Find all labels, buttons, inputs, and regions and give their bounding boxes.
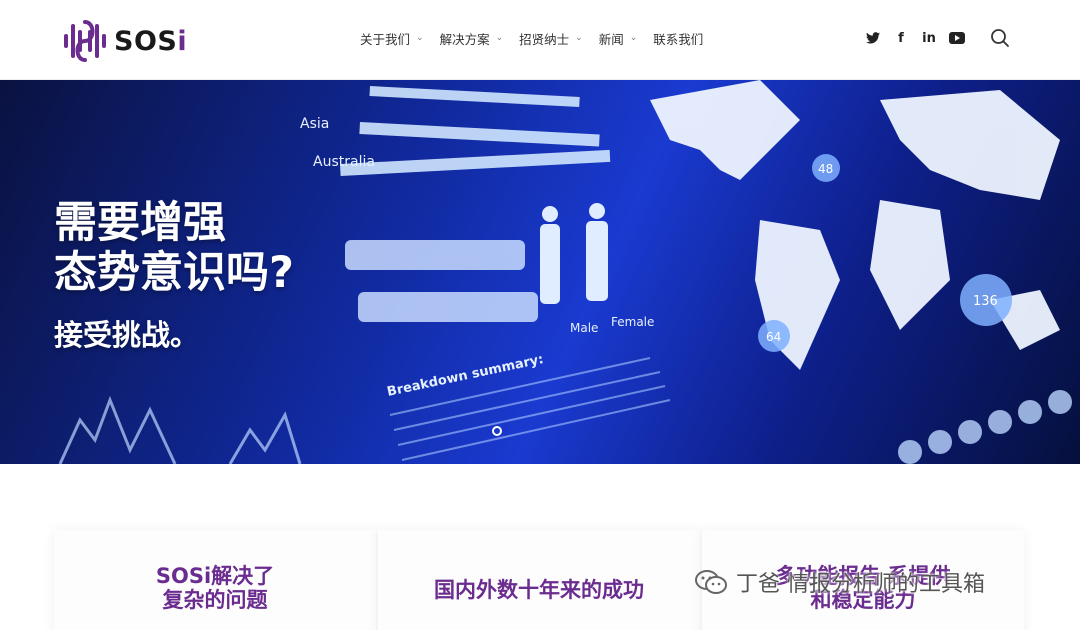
feature-card[interactable]: SOSi解决了 复杂的问题: [54, 530, 376, 630]
hero-subtitle: 接受挑战。: [54, 318, 200, 352]
nav-item-careers[interactable]: 招贤纳士 ⌄: [519, 28, 583, 48]
linkedin-icon[interactable]: in: [920, 28, 938, 48]
bg-label-breakdown: Breakdown summary:: [386, 352, 545, 400]
watermark-text: 丁爸 情报分析师的工具箱: [736, 572, 985, 597]
facebook-icon[interactable]: f: [892, 28, 910, 48]
bg-label-num1: 48: [818, 162, 833, 176]
features-section: SOSi解决了 复杂的问题 国内外数十年来的成功 多功能报告 系提供 和稳定能力: [0, 464, 1080, 630]
sosi-waveform-icon: [64, 20, 106, 62]
logo-text: SOSi: [114, 25, 188, 57]
feature-card[interactable]: 国内外数十年来的成功: [378, 530, 700, 630]
bg-label-num2: 64: [766, 330, 781, 344]
bg-label-male: Male: [570, 321, 598, 335]
slider-dot[interactable]: [492, 426, 502, 436]
main-nav: 关于我们 ⌄ 解决方案 ⌄ 招贤纳士 ⌄ 新闻 ⌄ 联系我们: [360, 28, 719, 48]
nav-item-about[interactable]: 关于我们 ⌄: [360, 28, 424, 48]
youtube-icon[interactable]: [948, 28, 966, 48]
bg-label-num3: 136: [973, 294, 998, 309]
chevron-down-icon: ⌄: [416, 33, 424, 43]
nav-item-news[interactable]: 新闻 ⌄: [599, 28, 638, 48]
bg-label-australia: Australia: [313, 154, 375, 170]
site-logo[interactable]: SOSi: [62, 18, 187, 64]
feature-card-title: SOSi解决了 复杂的问题: [155, 564, 275, 612]
hero-banner: Asia Australia Male Female Breakdown sum…: [0, 80, 1080, 464]
bg-label-female: Female: [611, 315, 654, 329]
twitter-icon[interactable]: [864, 28, 882, 48]
wechat-icon: [695, 570, 727, 594]
feature-card-title: 国内外数十年来的成功: [434, 578, 644, 602]
nav-item-contact[interactable]: 联系我们: [653, 28, 703, 48]
search-icon[interactable]: [990, 28, 1012, 50]
chevron-down-icon: ⌄: [629, 33, 638, 43]
watermark: 丁爸 情报分析师的工具箱: [694, 566, 985, 598]
site-header: SOSi 关于我们 ⌄ 解决方案 ⌄ 招贤纳士 ⌄ 新闻 ⌄ 联系我们 f in: [0, 0, 1080, 80]
chevron-down-icon: ⌄: [495, 33, 504, 43]
nav-item-solutions[interactable]: 解决方案 ⌄: [440, 28, 504, 48]
hero-title: 需要增强 态势意识吗?: [54, 198, 294, 298]
social-links: f in: [864, 28, 976, 48]
bg-label-asia: Asia: [300, 116, 329, 132]
chevron-down-icon: ⌄: [575, 33, 583, 43]
